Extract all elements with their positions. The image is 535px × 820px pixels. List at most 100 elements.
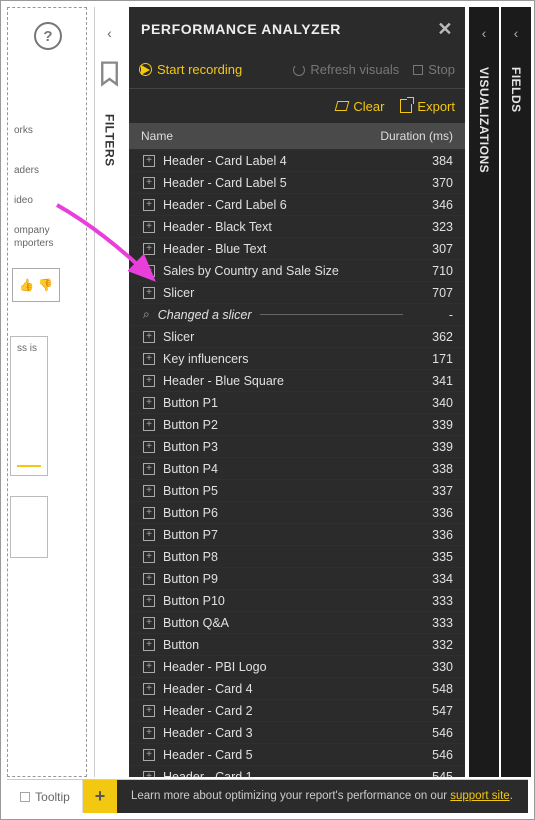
result-row[interactable]: +Header - Blue Square341 — [129, 369, 465, 391]
result-row[interactable]: + Header - Card Label 6346 — [129, 193, 465, 215]
row-duration: 338 — [403, 462, 453, 476]
result-row[interactable]: +Header - Card 2547 — [129, 699, 465, 721]
result-row[interactable]: +Button P3339 — [129, 435, 465, 457]
row-label: Button P1 — [163, 396, 403, 410]
bookmark-icon — [95, 59, 124, 88]
stop-button[interactable]: Stop — [413, 62, 455, 77]
expand-icon[interactable]: + — [143, 771, 155, 778]
row-label: Header - Card 5 — [163, 748, 403, 762]
close-icon[interactable]: ✕ — [437, 19, 453, 40]
support-site-link[interactable]: support site — [450, 790, 509, 802]
result-row[interactable]: +Header - Card Label 5370 — [129, 171, 465, 193]
expand-icon[interactable]: + — [143, 573, 155, 585]
expand-icon[interactable]: + — [143, 177, 155, 189]
row-duration: 334 — [403, 572, 453, 586]
expand-icon[interactable]: + — [143, 287, 155, 299]
help-icon[interactable]: ? — [34, 22, 62, 50]
fields-pane[interactable]: ‹ FIELDS — [501, 7, 531, 777]
add-page-button[interactable]: + — [83, 780, 117, 813]
row-duration: 323 — [403, 220, 453, 234]
result-row[interactable]: +Header - Blue Text307 — [129, 237, 465, 259]
expand-icon[interactable]: + — [143, 331, 155, 343]
results-list[interactable]: +Header - Card Label 4384+Header - Card … — [129, 149, 465, 777]
expand-icon[interactable]: + — [143, 727, 155, 739]
row-duration: 339 — [403, 418, 453, 432]
visualizations-pane[interactable]: ‹ VISUALIZATIONS — [469, 7, 499, 777]
chevron-left-icon[interactable]: ‹ — [107, 25, 112, 41]
result-row[interactable]: +Header - Card 1545 — [129, 765, 465, 777]
row-duration: 336 — [403, 528, 453, 542]
export-button[interactable]: Export — [400, 99, 455, 114]
row-duration: 171 — [403, 352, 453, 366]
expand-icon[interactable]: + — [143, 749, 155, 761]
row-duration: 336 — [403, 506, 453, 520]
start-recording-button[interactable]: Start recording — [139, 62, 242, 77]
expand-icon[interactable]: + — [143, 419, 155, 431]
result-row[interactable]: +Button P1340 — [129, 391, 465, 413]
expand-icon[interactable]: + — [143, 595, 155, 607]
expand-icon[interactable]: + — [143, 243, 155, 255]
filters-pane[interactable]: ‹ FILTERS — [94, 7, 124, 777]
result-row[interactable]: +Slicer362 — [129, 325, 465, 347]
expand-icon[interactable]: + — [143, 221, 155, 233]
expand-icon[interactable]: + — [143, 485, 155, 497]
refresh-visuals-button[interactable]: Refresh visuals — [293, 62, 399, 77]
result-row[interactable]: +Header - Card 4548 — [129, 677, 465, 699]
result-row[interactable]: +Header - Black Text323 — [129, 215, 465, 237]
result-row[interactable]: +Header - Card 5546 — [129, 743, 465, 765]
result-row[interactable]: +Button P9334 — [129, 567, 465, 589]
event-row[interactable]: ⌕Changed a slicer- — [129, 303, 465, 325]
refresh-icon — [293, 64, 305, 76]
expand-icon[interactable]: + — [143, 441, 155, 453]
row-label: Header - Card Label 6 — [163, 198, 403, 212]
chevron-left-icon[interactable]: ‹ — [482, 25, 487, 41]
result-row[interactable]: +Header - PBI Logo330 — [129, 655, 465, 677]
col-duration: Duration (ms) — [380, 129, 453, 143]
result-row[interactable]: +Button332 — [129, 633, 465, 655]
expand-icon[interactable]: + — [143, 507, 155, 519]
feedback-box[interactable]: 👍 👎 — [12, 268, 60, 302]
result-row[interactable]: +Button P8335 — [129, 545, 465, 567]
result-row[interactable]: +Key influencers171 — [129, 347, 465, 369]
expand-icon[interactable]: + — [143, 617, 155, 629]
expand-icon[interactable]: + — [143, 265, 155, 277]
row-label: Button P2 — [163, 418, 403, 432]
expand-icon[interactable]: + — [143, 397, 155, 409]
row-label: Header - PBI Logo — [163, 660, 403, 674]
result-row[interactable]: +Button P10333 — [129, 589, 465, 611]
expand-icon[interactable]: + — [143, 375, 155, 387]
expand-icon[interactable]: + — [143, 551, 155, 563]
page-tab-label: Tooltip — [35, 790, 70, 804]
footer-msg-post: . — [510, 790, 513, 802]
canvas-fragment: ideo — [10, 193, 37, 208]
row-duration: 545 — [403, 770, 453, 778]
expand-icon[interactable]: + — [143, 683, 155, 695]
expand-icon[interactable]: + — [143, 353, 155, 365]
result-row[interactable]: + Button P4338 — [129, 457, 465, 479]
result-row[interactable]: +Button Q&A333 — [129, 611, 465, 633]
expand-icon[interactable]: + — [143, 199, 155, 211]
row-label: Button P4 — [163, 462, 403, 476]
expand-icon[interactable]: + — [143, 639, 155, 651]
expand-icon[interactable]: + — [143, 155, 155, 167]
result-row[interactable]: +Button P7336 — [129, 523, 465, 545]
result-row[interactable]: +Slicer707 — [129, 281, 465, 303]
result-row[interactable]: +Header - Card Label 4384 — [129, 149, 465, 171]
result-row[interactable]: +Header - Card 3546 — [129, 721, 465, 743]
expand-icon[interactable]: + — [143, 661, 155, 673]
result-row[interactable]: +Sales by Country and Sale Size710 — [129, 259, 465, 281]
page-tab-tooltip[interactable]: Tooltip — [7, 780, 83, 813]
clear-button[interactable]: Clear — [336, 99, 384, 114]
result-row[interactable]: +Button P6336 — [129, 501, 465, 523]
table-header: Name Duration (ms) — [129, 123, 465, 149]
result-row[interactable]: + Button P2339 — [129, 413, 465, 435]
row-duration: - — [403, 308, 453, 322]
expand-icon[interactable]: + — [143, 529, 155, 541]
row-label: Header - Blue Square — [163, 374, 403, 388]
result-row[interactable]: +Button P5337 — [129, 479, 465, 501]
expand-icon[interactable]: + — [143, 463, 155, 475]
chevron-left-icon[interactable]: ‹ — [514, 25, 519, 41]
expand-icon[interactable]: + — [143, 705, 155, 717]
row-duration: 346 — [403, 198, 453, 212]
report-canvas: ? orks aders ideo ompany mporters 👍 👎 ss… — [7, 7, 87, 777]
